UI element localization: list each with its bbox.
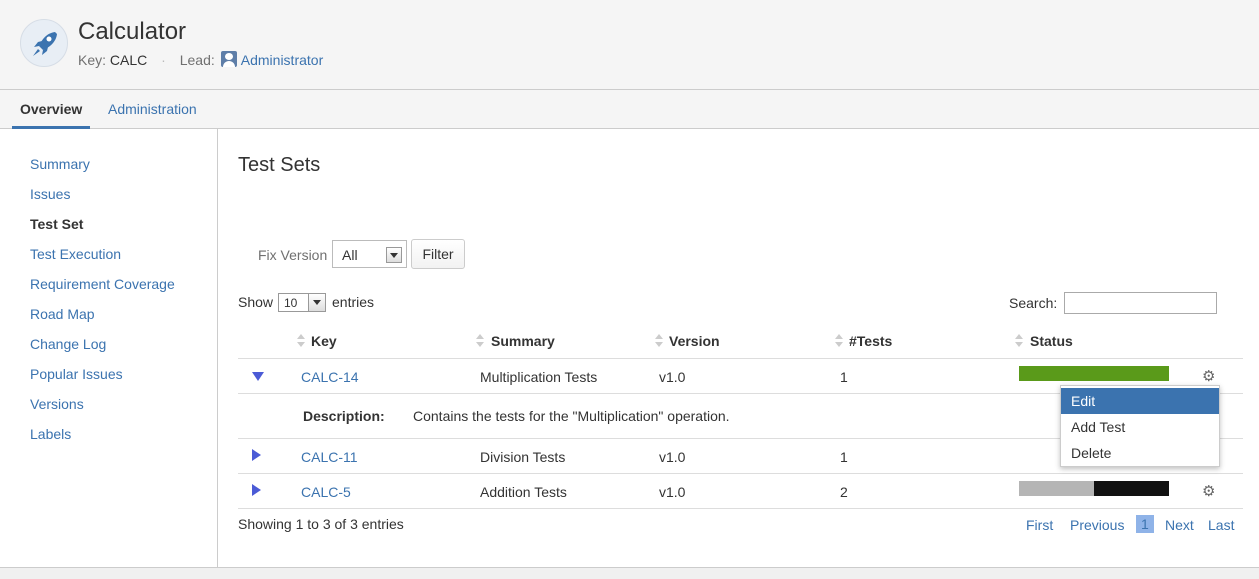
search-label: Search: [1009, 295, 1058, 311]
lead-label: Lead: [179, 52, 215, 68]
row-actions-menu: Edit Add Test Delete [1060, 385, 1220, 467]
fix-version-value: All [342, 247, 358, 263]
fix-version-select[interactable]: All [332, 240, 407, 268]
entries-label: entries [332, 294, 375, 310]
project-title: Calculator [78, 18, 187, 45]
sidebar-item-test-execution[interactable]: Test Execution [30, 246, 121, 262]
status-bar [1019, 366, 1169, 381]
fix-version-label: Fix Version [258, 247, 328, 263]
sidebar-item-change-log[interactable]: Change Log [30, 336, 106, 352]
chevron-down-icon [386, 247, 402, 263]
column-header-version[interactable]: Version [669, 333, 720, 349]
search-input[interactable] [1064, 292, 1217, 314]
divider [238, 508, 1243, 509]
sidebar-item-requirement-coverage[interactable]: Requirement Coverage [30, 276, 175, 292]
row-summary: Addition Tests [480, 484, 567, 500]
gear-icon[interactable]: ⚙ [1202, 484, 1215, 499]
sidebar-item-summary[interactable]: Summary [30, 156, 90, 172]
sort-icon[interactable] [297, 334, 305, 348]
show-label: Show [238, 294, 274, 310]
status-segment [1019, 366, 1169, 381]
row-tests: 1 [840, 449, 848, 465]
sort-icon[interactable] [476, 334, 484, 348]
row-version: v1.0 [659, 484, 686, 500]
divider [238, 358, 1243, 359]
project-header: Calculator Key: CALC · Lead: Administrato… [0, 0, 1259, 90]
sidebar: Summary Issues Test Set Test Execution R… [0, 129, 218, 567]
status-segment [1094, 481, 1169, 496]
status-bar [1019, 481, 1169, 496]
filter-button[interactable]: Filter [411, 239, 465, 269]
row-summary: Multiplication Tests [480, 369, 598, 385]
row-tests: 2 [840, 484, 848, 500]
table-info: Showing 1 to 3 of 3 entries [238, 516, 404, 532]
pagination-next[interactable]: Next [1165, 517, 1194, 533]
row-summary: Division Tests [480, 449, 566, 465]
sort-icon[interactable] [835, 334, 843, 348]
user-icon [220, 51, 237, 67]
project-key: CALC [109, 52, 148, 68]
status-segment [1019, 481, 1094, 496]
page-footer-strip [0, 567, 1259, 579]
column-header-tests[interactable]: #Tests [849, 333, 892, 349]
sidebar-item-popular-issues[interactable]: Popular Issues [30, 366, 123, 382]
menu-item-delete[interactable]: Delete [1061, 440, 1219, 466]
column-header-summary[interactable]: Summary [491, 333, 555, 349]
description-label: Description: [303, 408, 385, 424]
sidebar-item-road-map[interactable]: Road Map [30, 306, 95, 322]
pagination-previous[interactable]: Previous [1070, 517, 1124, 533]
sidebar-item-labels[interactable]: Labels [30, 426, 71, 442]
project-meta: Key: CALC · Lead: Administrator [78, 51, 323, 68]
sort-icon[interactable] [1015, 334, 1023, 348]
collapse-triangle-icon[interactable] [252, 372, 264, 381]
chevron-down-icon [308, 294, 325, 311]
page-title: Test Sets [238, 154, 321, 176]
sort-icon[interactable] [655, 334, 663, 348]
expand-triangle-icon[interactable] [252, 484, 261, 496]
row-key-link[interactable]: CALC-14 [301, 369, 359, 385]
main-content: Test Sets Fix Version All Filter Show 10… [218, 129, 1259, 567]
menu-item-add-test[interactable]: Add Test [1061, 414, 1219, 440]
sidebar-item-test-set[interactable]: Test Set [30, 216, 83, 232]
row-tests: 1 [840, 369, 848, 385]
row-version: v1.0 [659, 369, 686, 385]
column-header-status[interactable]: Status [1030, 333, 1073, 349]
pagination-first[interactable]: First [1026, 517, 1053, 533]
description-text: Contains the tests for the "Multiplicati… [413, 408, 730, 424]
tab-overview[interactable]: Overview [11, 101, 91, 129]
sidebar-item-issues[interactable]: Issues [30, 186, 70, 202]
column-header-key[interactable]: Key [311, 333, 337, 349]
row-key-link[interactable]: CALC-5 [301, 484, 351, 500]
pagination-current-page[interactable]: 1 [1136, 515, 1154, 533]
key-label: Key: [78, 52, 107, 68]
pagination-last[interactable]: Last [1208, 517, 1234, 533]
menu-item-edit[interactable]: Edit [1061, 388, 1219, 414]
expand-triangle-icon[interactable] [252, 449, 261, 461]
project-tabs: Overview Administration [0, 90, 1259, 129]
sidebar-item-versions[interactable]: Versions [30, 396, 84, 412]
divider [238, 473, 1243, 474]
lead-link[interactable]: Administrator [241, 52, 323, 68]
meta-separator: · [161, 52, 166, 68]
row-key-link[interactable]: CALC-11 [301, 449, 358, 465]
tab-administration[interactable]: Administration [108, 101, 197, 117]
row-version: v1.0 [659, 449, 686, 465]
gear-icon[interactable]: ⚙ [1202, 369, 1215, 384]
page-size-select[interactable]: 10 [278, 293, 326, 312]
page-size-value: 10 [284, 296, 298, 310]
rocket-icon[interactable] [20, 19, 68, 67]
